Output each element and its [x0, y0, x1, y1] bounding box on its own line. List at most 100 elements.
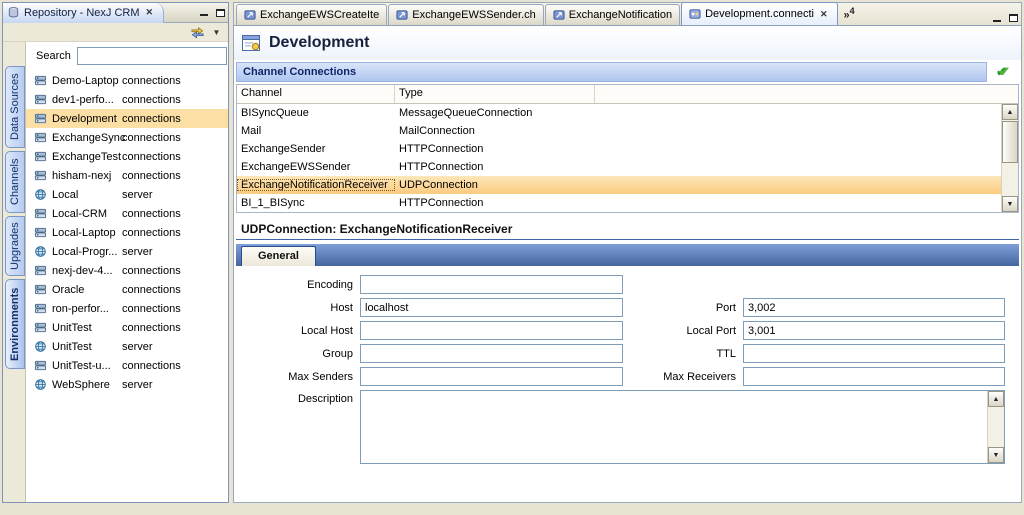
sync-arrows-icon — [190, 25, 205, 40]
table-row[interactable]: BI_1_BISync HTTPConnection — [237, 194, 1018, 212]
connections-icon — [34, 321, 47, 334]
server-globe-icon — [34, 378, 47, 391]
table-scrollbar[interactable]: ▲ ▼ — [1001, 104, 1018, 212]
tree-item[interactable]: hisham-nexjconnections — [26, 166, 228, 185]
table-header-row: Channel Type — [237, 85, 1018, 104]
tab-general[interactable]: General — [241, 246, 316, 266]
connections-icon — [34, 264, 47, 277]
repository-view: Repository - NexJ CRM ✕ ▼ Data Sources C… — [2, 2, 229, 503]
tree-item[interactable]: UnitTestserver — [26, 337, 228, 356]
channel-connections-table: Channel Type BISyncQueue MessageQueueCon… — [236, 84, 1019, 213]
connections-icon — [34, 283, 47, 296]
tab-channels[interactable]: Channels — [5, 151, 25, 213]
editor-form-header: Development — [234, 26, 1021, 60]
scroll-up-icon[interactable]: ▲ — [988, 391, 1004, 407]
tree-item[interactable]: dev1-perfo...connections — [26, 90, 228, 109]
table-row-selected[interactable]: ExchangeNotificationReceiver UDPConnecti… — [237, 176, 1018, 194]
tab-environments[interactable]: Environments — [5, 279, 25, 369]
tree-item[interactable]: UnitTest-u...connections — [26, 356, 228, 375]
udp-connection-form: Encoding Host Port Local Host Local Port… — [234, 266, 1021, 502]
tree-item[interactable]: ExchangeTestconnections — [26, 147, 228, 166]
search-input[interactable] — [77, 47, 227, 65]
description-label: Description — [234, 390, 360, 405]
chevron-down-icon: ▼ — [213, 28, 221, 37]
connections-icon — [34, 112, 47, 125]
scroll-down-icon[interactable]: ▼ — [988, 447, 1004, 463]
ttl-field[interactable] — [743, 344, 1005, 363]
encoding-label: Encoding — [234, 279, 360, 291]
table-row[interactable]: ExchangeSender HTTPConnection — [237, 140, 1018, 158]
max-receivers-field[interactable] — [743, 367, 1005, 386]
description-scrollbar[interactable]: ▲ ▼ — [987, 391, 1004, 463]
tree-item[interactable]: Localserver — [26, 185, 228, 204]
local-host-field[interactable] — [360, 321, 623, 340]
editor-tab[interactable]: ExchangeNotification — [545, 4, 680, 25]
table-row[interactable]: Mail MailConnection — [237, 122, 1018, 140]
editor-tab[interactable]: ExchangeEWSCreateIte — [236, 4, 387, 25]
tree-item[interactable]: Oracleconnections — [26, 280, 228, 299]
tree-item[interactable]: ExchangeSyncconnections — [26, 128, 228, 147]
description-textarea[interactable]: ▲ ▼ — [360, 390, 1005, 464]
max-senders-label: Max Senders — [234, 371, 360, 383]
connections-icon — [34, 302, 47, 315]
group-field[interactable] — [360, 344, 623, 363]
server-globe-icon — [34, 245, 47, 258]
repository-icon — [7, 6, 20, 19]
connections-icon — [34, 150, 47, 163]
repository-toolbar: ▼ — [3, 23, 228, 42]
repository-view-tab[interactable]: Repository - NexJ CRM ✕ — [3, 3, 164, 23]
table-row[interactable]: ExchangeEWSSender HTTPConnection — [237, 158, 1018, 176]
connections-icon — [34, 74, 47, 87]
tab-data-sources[interactable]: Data Sources — [5, 66, 25, 148]
page-title: Development — [269, 34, 369, 52]
ttl-label: TTL — [623, 348, 743, 360]
group-label: Group — [234, 348, 360, 360]
tree-item[interactable]: UnitTestconnections — [26, 318, 228, 337]
close-tab-icon[interactable]: ✕ — [818, 9, 830, 20]
tree-item[interactable]: nexj-dev-4...connections — [26, 261, 228, 280]
port-field[interactable] — [743, 298, 1005, 317]
tree-item[interactable]: WebSphereserver — [26, 375, 228, 394]
view-menu-button[interactable]: ▼ — [208, 24, 225, 41]
scroll-up-icon[interactable]: ▲ — [1002, 104, 1018, 120]
detail-section-title: UDPConnection: ExchangeNotificationRecei… — [236, 218, 1019, 240]
local-port-field[interactable] — [743, 321, 1005, 340]
maximize-editor-button[interactable] — [1005, 11, 1021, 25]
column-header-channel[interactable]: Channel — [237, 85, 395, 103]
link-with-editor-button[interactable] — [189, 24, 206, 41]
editor-tab[interactable]: ExchangeEWSSender.ch — [388, 4, 544, 25]
tree-item[interactable]: Local-CRMconnections — [26, 204, 228, 223]
server-globe-icon — [34, 188, 47, 201]
repository-view-title: Repository - NexJ CRM — [24, 7, 140, 19]
maximize-view-button[interactable] — [212, 6, 228, 20]
scrollbar-thumb[interactable] — [1002, 121, 1018, 163]
minimize-editor-button[interactable] — [989, 11, 1005, 25]
tab-upgrades[interactable]: Upgrades — [5, 216, 25, 276]
editor-panel: ExchangeEWSCreateIte ExchangeEWSSender.c… — [233, 2, 1022, 503]
scroll-down-icon[interactable]: ▼ — [1002, 196, 1018, 212]
channel-connections-section-header: Channel Connections — [236, 62, 987, 82]
tab-overflow-chevron[interactable]: »4 — [844, 6, 855, 22]
connections-icon — [34, 93, 47, 106]
environments-tree: Demo-Laptopconnections dev1-perfo...conn… — [26, 68, 228, 502]
detail-tab-strip: General — [236, 244, 1019, 266]
close-view-icon[interactable]: ✕ — [144, 7, 156, 18]
host-field[interactable] — [360, 298, 623, 317]
minimize-view-button[interactable] — [196, 6, 212, 20]
tree-item[interactable]: Local-Laptopconnections — [26, 223, 228, 242]
tree-item[interactable]: Demo-Laptopconnections — [26, 71, 228, 90]
connections-icon — [34, 359, 47, 372]
repository-category-tabs: Data Sources Channels Upgrades Environme… — [3, 42, 25, 502]
server-globe-icon — [34, 340, 47, 353]
tree-item[interactable]: ron-perfor...connections — [26, 299, 228, 318]
tree-item[interactable]: Local-Progr...server — [26, 242, 228, 261]
max-senders-field[interactable] — [360, 367, 623, 386]
column-header-type[interactable]: Type — [395, 85, 595, 103]
search-label: Search — [36, 50, 71, 62]
table-row[interactable]: BISyncQueue MessageQueueConnection — [237, 104, 1018, 122]
tree-item-selected[interactable]: Developmentconnections — [26, 109, 228, 128]
editor-tab-active[interactable]: Development.connecti ✕ — [681, 2, 837, 25]
encoding-field[interactable] — [360, 275, 623, 294]
connections-icon — [34, 226, 47, 239]
channel-file-icon — [244, 9, 256, 21]
